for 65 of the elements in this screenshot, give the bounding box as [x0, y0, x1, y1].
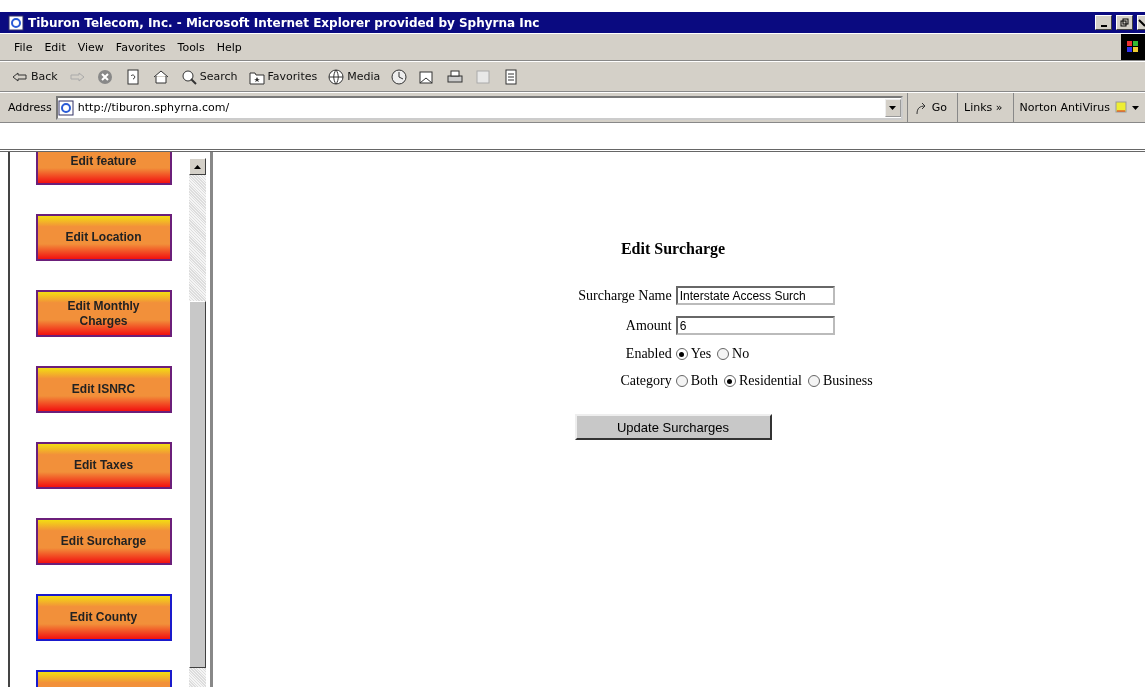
- form-title: Edit Surcharge: [620, 240, 726, 258]
- stop-icon: [95, 67, 114, 86]
- dropdown-button[interactable]: [884, 98, 901, 117]
- text-field[interactable]: Interstate Access Surch: [675, 286, 835, 305]
- caret-icon: [1132, 105, 1139, 110]
- radio-button[interactable]: [723, 375, 736, 387]
- caret-icon: [889, 105, 897, 110]
- menu-item[interactable]: File: [8, 40, 39, 54]
- radio-option[interactable]: Yes: [675, 346, 712, 362]
- menu-item[interactable]: Help: [210, 40, 248, 54]
- links-button[interactable]: Links »: [957, 93, 1009, 122]
- address-field[interactable]: http://tiburon.sphyrna.com/: [55, 95, 903, 120]
- go-arrow-icon: [913, 100, 928, 115]
- radio-option[interactable]: Both: [675, 373, 718, 389]
- text-field[interactable]: 6: [675, 316, 835, 335]
- nav-button[interactable]: Edit feature: [35, 152, 172, 185]
- radio-button[interactable]: [717, 348, 730, 360]
- printer-icon: [446, 67, 465, 86]
- scroll-up-button[interactable]: [189, 158, 206, 175]
- search-icon: [179, 67, 198, 86]
- norton-antivirus-button[interactable]: Norton AntiVirus: [1012, 93, 1145, 122]
- radio-button[interactable]: [675, 348, 688, 360]
- globe-icon: [327, 67, 346, 86]
- nav-button[interactable]: Edit County: [35, 594, 172, 641]
- search-button[interactable]: Search: [176, 67, 241, 86]
- radio-option[interactable]: Residential: [723, 373, 802, 389]
- clock-icon: [390, 67, 409, 86]
- nav-button[interactable]: Edit Monthly Charges: [35, 290, 172, 337]
- radio-option[interactable]: Business: [807, 373, 873, 389]
- scrollbar[interactable]: [189, 158, 206, 687]
- favorites-button[interactable]: Favorites: [244, 67, 321, 86]
- nav-button[interactable]: Edit Taxes: [35, 442, 172, 489]
- shield-icon: [1114, 100, 1128, 115]
- menu-item[interactable]: View: [71, 40, 110, 54]
- field-label: Amount: [624, 317, 672, 334]
- menu-item[interactable]: Edit: [38, 40, 72, 54]
- window-title: Tiburon Telecom, Inc. - Microsoft Internet Explorer provided by Sphyrna Inc: [28, 15, 541, 30]
- ie-page-icon: [8, 14, 24, 31]
- restore-button[interactable]: [1116, 15, 1133, 30]
- restore-icon: [1120, 18, 1129, 27]
- minimize-icon: [1100, 24, 1107, 27]
- up-arrow-icon: [194, 164, 201, 169]
- ie-page-icon: [57, 99, 74, 116]
- scroll-thumb[interactable]: [189, 301, 206, 668]
- nav-button[interactable]: Edit Surcharge: [35, 518, 172, 565]
- field-label: Surcharge Name: [578, 287, 672, 304]
- field-label: Enabled: [624, 346, 672, 362]
- update-button[interactable]: Update Surcharges: [574, 414, 772, 440]
- windows-logo-icon: [1121, 34, 1145, 60]
- nav-button[interactable]: Edit ISNRC: [35, 366, 172, 413]
- menu-item[interactable]: Favorites: [109, 40, 172, 54]
- go-button[interactable]: Go: [906, 93, 954, 122]
- field-label: Category: [619, 373, 672, 389]
- nav-button[interactable]: Edit Location: [35, 214, 172, 261]
- close-icon: [1138, 18, 1145, 27]
- media-button[interactable]: Media: [324, 67, 384, 86]
- radio-option[interactable]: No: [717, 346, 750, 362]
- minimize-button[interactable]: [1095, 15, 1112, 30]
- radio-button[interactable]: [807, 375, 820, 387]
- radio-button[interactable]: [675, 375, 688, 387]
- edit-icon: [474, 67, 493, 86]
- close-button[interactable]: [1137, 15, 1145, 30]
- address-label: Address: [8, 101, 52, 114]
- back-button[interactable]: Back: [8, 67, 61, 86]
- menu-item[interactable]: Tools: [171, 40, 211, 54]
